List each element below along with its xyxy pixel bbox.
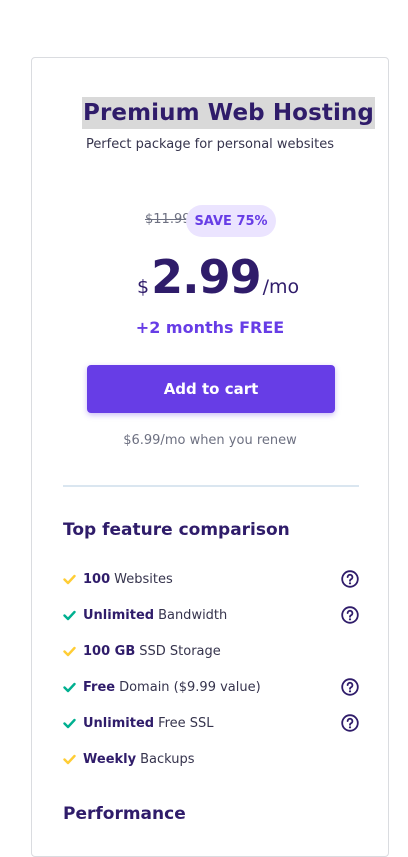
feature-text: Free SSL bbox=[158, 715, 214, 731]
help-icon[interactable] bbox=[341, 678, 359, 696]
promo-text: +2 months FREE bbox=[135, 318, 285, 337]
save-badge: SAVE 75% bbox=[186, 205, 276, 237]
feature-text: Websites bbox=[114, 571, 173, 587]
feature-comparison-heading: Top feature comparison bbox=[63, 520, 290, 540]
performance-heading: Performance bbox=[63, 804, 186, 824]
feature-item: Free Domain ($9.99 value) bbox=[63, 677, 359, 697]
check-icon bbox=[63, 754, 76, 764]
feature-item: 100 Websites bbox=[63, 569, 359, 589]
renew-note: $6.99/mo when you renew bbox=[123, 433, 297, 448]
check-icon bbox=[63, 682, 76, 692]
feature-highlight: Weekly bbox=[83, 751, 137, 767]
check-icon bbox=[63, 610, 76, 620]
plan-title: Premium Web Hosting bbox=[82, 97, 375, 129]
feature-text: Backups bbox=[140, 751, 195, 767]
feature-item: Weekly Backups bbox=[63, 749, 359, 769]
divider bbox=[63, 485, 359, 487]
feature-text: Bandwidth bbox=[158, 607, 228, 623]
feature-highlight: 100 bbox=[83, 571, 111, 587]
feature-item: 100 GB SSD Storage bbox=[63, 641, 359, 661]
check-icon bbox=[63, 646, 76, 656]
pricing-card bbox=[31, 57, 389, 857]
help-icon[interactable] bbox=[341, 570, 359, 588]
feature-text: SSD Storage bbox=[139, 643, 221, 659]
price: $ 2.99 /mo bbox=[137, 250, 299, 304]
check-icon bbox=[63, 718, 76, 728]
help-icon[interactable] bbox=[341, 606, 359, 624]
feature-highlight: Unlimited bbox=[83, 715, 155, 731]
feature-item: Unlimited Free SSL bbox=[63, 713, 359, 733]
add-to-cart-button[interactable]: Add to cart bbox=[87, 365, 335, 413]
feature-text: Domain ($9.99 value) bbox=[119, 679, 261, 695]
feature-highlight: Unlimited bbox=[83, 607, 155, 623]
price-amount: 2.99 bbox=[151, 250, 261, 304]
feature-highlight: 100 GB bbox=[83, 643, 136, 659]
plan-subtitle: Perfect package for personal websites bbox=[85, 137, 335, 152]
check-icon bbox=[63, 574, 76, 584]
old-price: $11.99 bbox=[145, 212, 191, 227]
help-icon[interactable] bbox=[341, 714, 359, 732]
price-period: /mo bbox=[262, 276, 300, 298]
feature-item: Unlimited Bandwidth bbox=[63, 605, 359, 625]
feature-highlight: Free bbox=[83, 679, 116, 695]
price-currency: $ bbox=[137, 276, 150, 298]
